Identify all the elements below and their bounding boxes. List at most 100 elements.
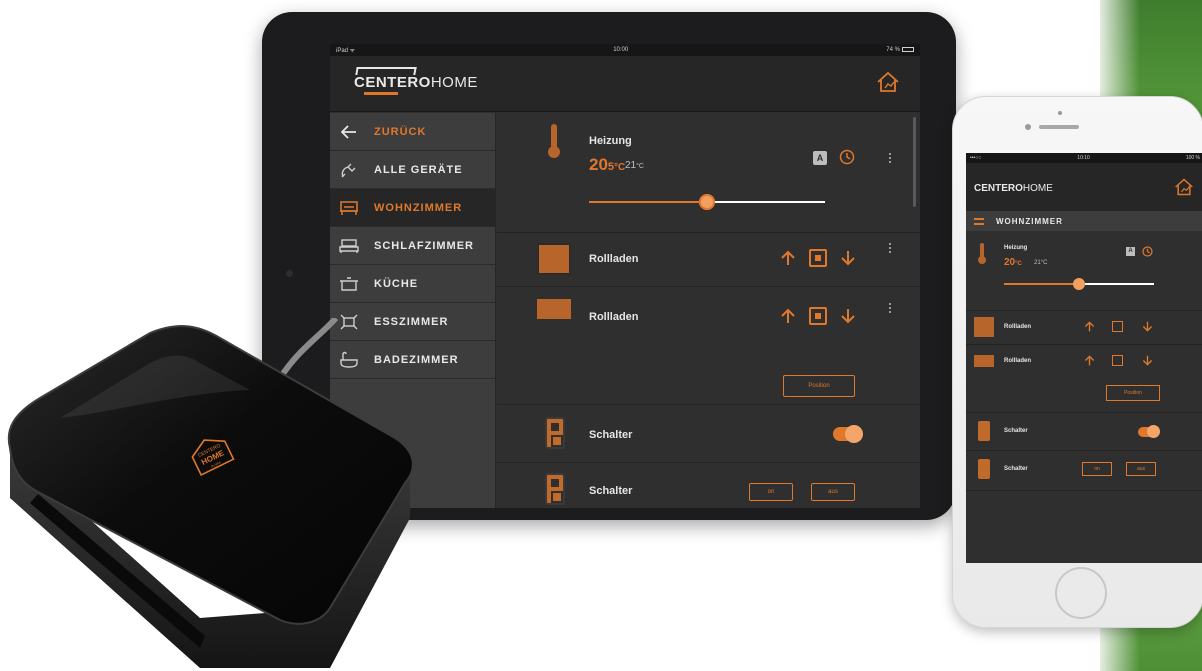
slider-thumb[interactable]	[1073, 278, 1085, 290]
set-temp-unit: °C	[1040, 260, 1048, 266]
gateway-hub-illustration: CENTERO HOME by elro	[7, 315, 414, 668]
tablet-camera	[286, 270, 293, 277]
set-temp-value: 21	[1034, 260, 1041, 266]
nav-label: SCHLAFZIMMER	[374, 239, 474, 252]
battery-icon	[901, 46, 914, 52]
arrow-left-icon	[338, 121, 360, 143]
position-button[interactable]: Position	[1106, 385, 1160, 401]
app-logo: CENTEROHOME	[354, 67, 478, 95]
product-scene: iPad ᯤ 10:00 74 % CENTEROHOME ZURÜCK ALL…	[0, 0, 1202, 671]
switch-row: Schalter	[497, 405, 920, 463]
shutter-stop-button[interactable]	[1112, 355, 1123, 366]
shutter-row: Rollladen	[966, 311, 1202, 345]
heating-row: Heizung 20°C 21°C A	[966, 231, 1202, 311]
switch-toggle[interactable]	[1138, 425, 1160, 438]
switch-off-button[interactable]: aus	[1126, 462, 1156, 476]
shutter-name: Rollladen	[1004, 358, 1032, 364]
temp-unit: °C	[1015, 261, 1022, 267]
status-time: 10:10	[1077, 155, 1090, 161]
arrow-up-icon[interactable]	[1084, 355, 1095, 366]
auto-mode-badge[interactable]: A	[813, 151, 827, 165]
shutter-row: Rollladen	[497, 233, 920, 287]
shutter-row: Rollladen Position	[966, 345, 1202, 413]
nav-kitchen[interactable]: KÜCHE	[330, 265, 495, 303]
app-logo: CENTEROHOME	[974, 183, 1053, 194]
heating-name: Heizung	[589, 135, 632, 147]
slider-thumb[interactable]	[699, 194, 715, 210]
gateway-hub: CENTERO HOME by elro	[0, 315, 420, 671]
position-button[interactable]: Position	[783, 375, 855, 397]
slider-fill	[1004, 283, 1079, 285]
switch-row: Schalter	[966, 413, 1202, 451]
phone-sensor	[1025, 124, 1031, 130]
switch-icon	[978, 421, 990, 441]
auto-mode-badge[interactable]: A	[1126, 247, 1135, 256]
arrow-down-icon	[841, 309, 855, 324]
set-temperature: 21°C	[625, 160, 644, 171]
switch-on-button[interactable]: on	[1082, 462, 1112, 476]
shutter-up-button[interactable]	[779, 249, 797, 267]
switch-name: Schalter	[589, 429, 633, 441]
thermometer-icon	[978, 243, 986, 264]
switch-on-button[interactable]: on	[749, 483, 793, 501]
current-temperature: 20°C	[1004, 257, 1022, 268]
temp-unit: °C	[614, 162, 626, 173]
shutter-icon	[974, 355, 994, 367]
status-bar: iPad ᯤ 10:00 74 %	[330, 44, 920, 56]
status-carrier: iPad ᯤ	[336, 48, 356, 54]
heating-row: Heizung 205°C 21°C A	[497, 113, 920, 233]
heating-name: Heizung	[1004, 245, 1028, 251]
switch-row: Schalter on aus	[497, 463, 920, 508]
status-battery: 74 %	[886, 46, 914, 53]
arrow-up-icon	[781, 250, 795, 265]
toggle-knob	[1147, 425, 1160, 438]
logo-tagline-bar	[364, 92, 398, 95]
more-options-icon[interactable]	[889, 303, 892, 313]
nav-all-devices[interactable]: ALLE GERÄTE	[330, 151, 495, 189]
arrow-down-icon	[841, 251, 855, 266]
switch-icon	[545, 473, 565, 505]
nav-label: KÜCHE	[374, 277, 419, 290]
shutter-stop-button[interactable]	[809, 307, 827, 325]
temperature-slider[interactable]	[1004, 278, 1154, 290]
arrow-up-icon[interactable]	[1084, 321, 1095, 332]
status-time: 10:00	[613, 47, 629, 53]
logo-bold: CENTERO	[354, 74, 431, 91]
switch-row: Schalter on aus	[966, 451, 1202, 491]
switch-toggle[interactable]	[833, 425, 863, 443]
shutter-name: Rollladen	[589, 253, 639, 265]
phone-speaker	[1039, 125, 1079, 129]
nav-back[interactable]: ZURÜCK	[330, 113, 495, 151]
shutter-down-button[interactable]	[839, 249, 857, 267]
switch-icon	[978, 459, 990, 479]
clock-icon[interactable]	[1142, 246, 1153, 257]
home-icon[interactable]	[1174, 177, 1194, 197]
switch-icon	[545, 417, 565, 449]
nav-label: ZURÜCK	[374, 125, 427, 138]
more-options-icon[interactable]	[889, 243, 892, 253]
arrow-down-icon[interactable]	[1142, 355, 1153, 366]
shutter-icon	[537, 243, 571, 275]
shutter-down-button[interactable]	[839, 307, 857, 325]
status-battery: 100 %	[1185, 155, 1200, 161]
set-temp-unit: °C	[636, 163, 644, 170]
shutter-stop-button[interactable]	[809, 249, 827, 267]
switch-off-button[interactable]: aus	[811, 483, 855, 501]
nav-living-room[interactable]: WOHNZIMMER	[330, 189, 495, 227]
shutter-up-button[interactable]	[779, 307, 797, 325]
arrow-down-icon[interactable]	[1142, 321, 1153, 332]
more-options-icon[interactable]	[889, 153, 892, 163]
plug-icon	[338, 159, 360, 181]
sofa-icon	[338, 197, 360, 219]
shutter-stop-button[interactable]	[1112, 321, 1123, 332]
shutter-row: Rollladen Position	[497, 287, 920, 405]
app-header: CENTEROHOME	[330, 56, 920, 112]
temp-integer: 20	[1004, 257, 1016, 268]
menu-icon[interactable]	[974, 217, 984, 225]
logo-light: HOME	[430, 74, 478, 91]
home-icon[interactable]	[876, 70, 900, 94]
nav-bedroom[interactable]: SCHLAFZIMMER	[330, 227, 495, 265]
clock-icon[interactable]	[839, 149, 855, 165]
phone-home-button[interactable]	[1055, 567, 1107, 619]
temperature-slider[interactable]	[589, 194, 825, 210]
